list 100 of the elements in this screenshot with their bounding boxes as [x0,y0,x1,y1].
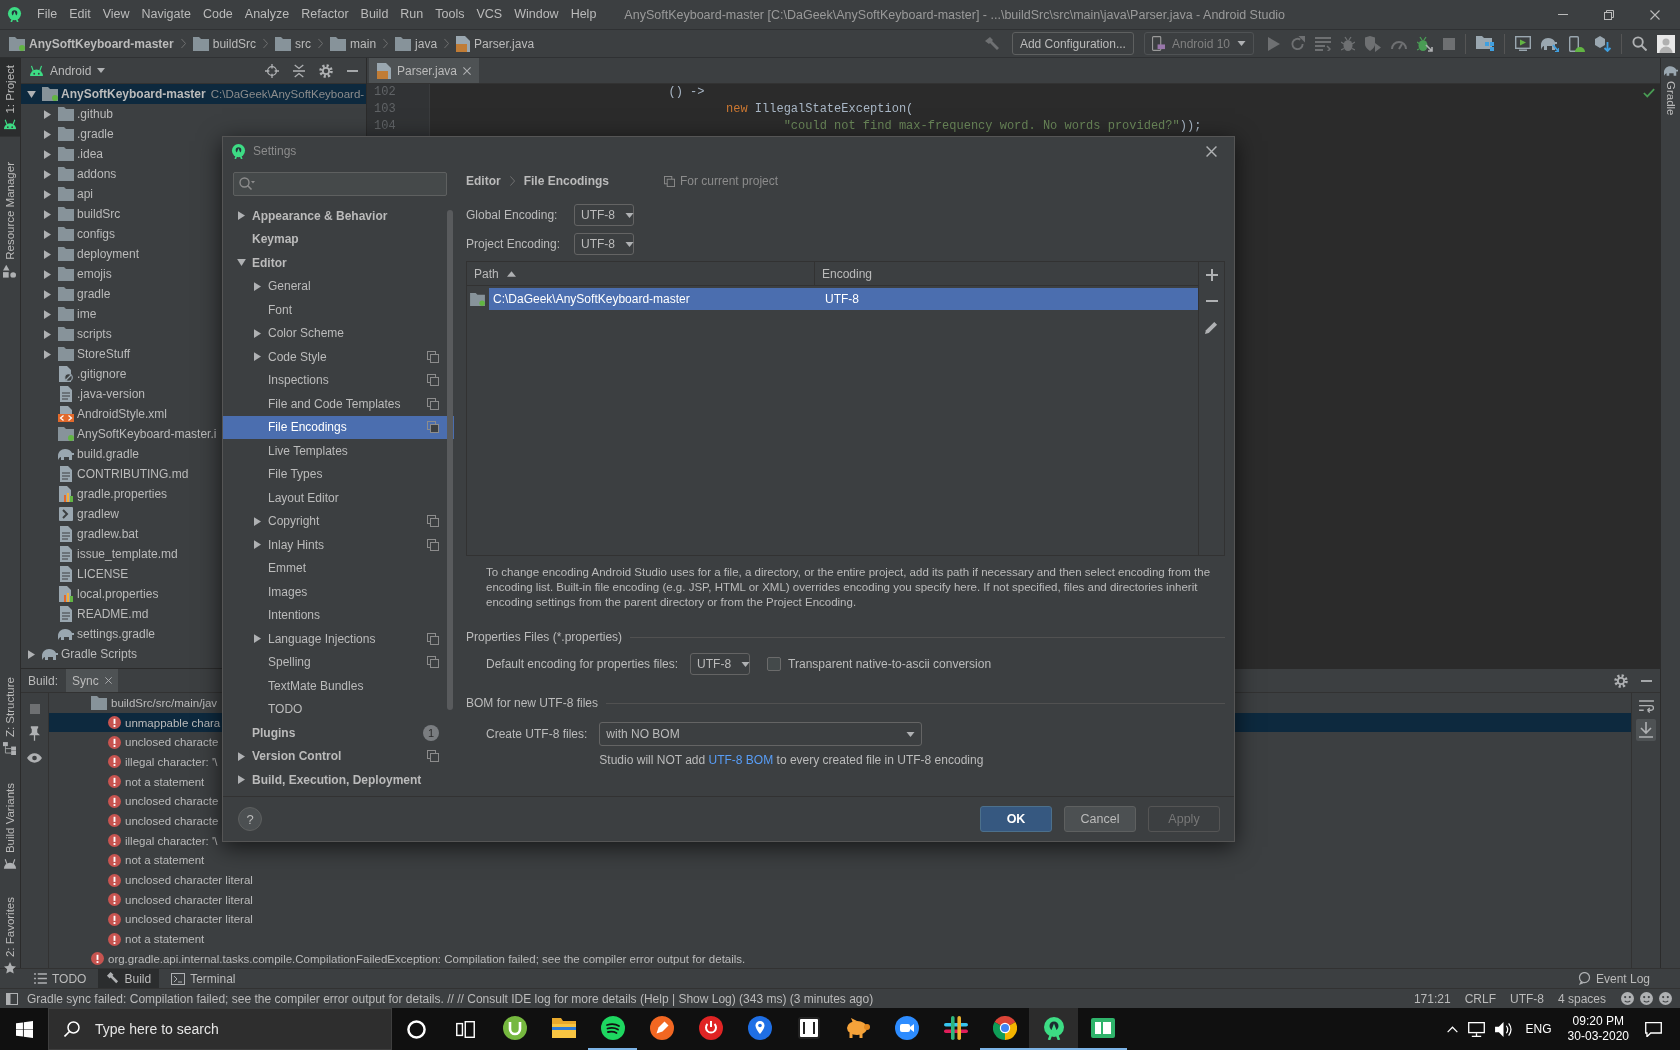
minimize-icon[interactable] [347,69,358,72]
arrow-right-icon[interactable] [253,540,261,550]
tree-item[interactable]: .gradle [21,124,118,144]
status-item[interactable]: 171:21 [1413,991,1451,1006]
tree-item[interactable]: .java-version [21,384,150,404]
settings-tree-item[interactable]: General [223,274,454,298]
tree-item[interactable]: ime [21,304,101,324]
settings-icon[interactable] [319,63,333,78]
settings-tree-item[interactable]: TextMate Bundles [223,674,454,698]
settings-tree-item[interactable]: Code Style [223,345,454,369]
search-field[interactable] [233,172,447,196]
checkbox[interactable] [767,657,782,671]
user-icon[interactable] [1657,34,1675,53]
arrow-right-icon[interactable] [43,149,51,159]
arrow-right-icon[interactable] [43,329,51,339]
arrow-right-icon[interactable] [253,634,261,644]
build-message[interactable]: unclosed characte [49,811,223,831]
build-message[interactable]: buildSrc/src/main/jav [49,693,222,713]
dialog-button[interactable]: OK [980,806,1052,832]
clock-date[interactable]: 30-03-2020 [1567,1029,1629,1044]
tree-item[interactable]: issue_template.md [21,544,182,564]
menu-item[interactable]: Help [564,0,603,29]
settings-icon[interactable] [1614,673,1628,688]
status-item[interactable]: 4 spaces [1557,991,1606,1006]
breadcrumb-item[interactable]: Parser.java [456,35,535,52]
close-icon[interactable] [463,66,472,75]
arrow-right-icon[interactable] [43,289,51,299]
tree-item[interactable]: build.gradle [21,444,144,464]
arrow-right-icon[interactable] [237,751,245,761]
soft-wrap-icon[interactable] [1638,700,1654,713]
settings-tree-item[interactable]: Version Control [223,744,454,768]
menu-item[interactable]: Edit [63,0,97,29]
tree-item[interactable]: local.properties [21,584,163,604]
menu-item[interactable]: Build [354,0,395,29]
menu-item[interactable]: Code [196,0,239,29]
breadcrumb-item[interactable]: src [275,36,312,51]
build-message[interactable]: illegal character: '\ [49,830,222,851]
tree-item[interactable]: gradlew [21,504,124,524]
settings-tree-item[interactable]: Language Injections [223,627,454,651]
tree-item[interactable]: api [21,184,97,204]
taskbar-button[interactable] [1029,1008,1078,1050]
tree-item[interactable]: StoreStuff [21,344,135,364]
encoding-dropdown[interactable]: UTF-8 [574,233,634,255]
arrow-right-icon[interactable] [237,211,245,221]
tool-window-button[interactable]: Build [98,969,160,988]
box-arrow-icon[interactable] [1595,35,1611,52]
close-icon[interactable] [104,677,112,684]
arrow-right-icon[interactable] [253,352,261,362]
tree-item[interactable]: README.md [21,604,153,624]
tree-item[interactable]: addons [21,164,121,184]
arrow-right-icon[interactable] [43,129,51,139]
settings-tree-item[interactable]: Live Templates [223,439,454,463]
task-view-icon[interactable] [456,1020,475,1038]
collapse-all-icon[interactable] [293,63,305,78]
pin-icon[interactable] [29,726,40,741]
editor-tab[interactable]: Parser.java [369,58,480,83]
menu-item[interactable]: VCS [470,0,509,29]
tree-item[interactable]: CONTRIBUTING.md [21,464,193,484]
tree-item[interactable]: .github [21,104,118,124]
monitor-play-icon[interactable] [1515,36,1531,51]
settings-tree-item[interactable]: Font [223,298,454,322]
tree-item[interactable]: settings.gradle [21,624,160,644]
build-message[interactable]: unclosed character literal [49,909,257,930]
settings-tree-item[interactable]: File and Code Templates [223,392,454,416]
tree-item[interactable]: LICENSE [21,564,133,584]
chevron-up-icon[interactable] [1446,1025,1458,1033]
arrow-right-icon[interactable] [43,309,51,319]
face-icon[interactable] [1659,992,1672,1005]
arrow-right-icon[interactable] [43,109,51,119]
build-message[interactable]: unclosed characte [49,791,223,812]
tree-item[interactable]: deployment [21,244,144,264]
arrow-right-icon[interactable] [43,249,51,259]
encoding-dropdown[interactable]: UTF-8 [574,204,634,226]
arrow-right-icon[interactable] [237,775,245,785]
run-configuration-button[interactable]: Add Configuration... [1011,32,1134,55]
settings-tree-item[interactable]: Inspections [223,368,454,392]
circle-icon[interactable] [407,1019,426,1039]
build-message[interactable]: not a statement [49,771,209,792]
settings-tree-item[interactable]: Intentions [223,603,454,627]
arrow-right-icon[interactable] [27,649,35,659]
breadcrumb-item[interactable]: main [330,36,377,51]
tree-item[interactable]: Gradle Scripts [21,644,142,664]
tree-item[interactable]: AnySoftKeyboard-master C:\DaGeek\AnySoftKeyboard- [21,84,366,104]
panel-toggle-icon[interactable] [6,992,18,1005]
build-message[interactable]: illegal character: '\ [49,752,222,772]
settings-tree-item[interactable]: Copyright [223,509,454,533]
face-icon[interactable] [1640,992,1653,1005]
tool-window-tab[interactable]: 1: Project [0,58,20,137]
settings-tree-item[interactable]: Spelling [223,650,454,674]
tree-item[interactable]: gradle [21,284,115,304]
breadcrumb-item[interactable]: buildSrc [192,36,257,51]
elephant-sync-icon[interactable] [1541,35,1559,52]
tree-item[interactable]: gradle.properties [21,484,172,504]
tree-item[interactable]: AnySoftKeyboard-master.i [21,424,221,444]
event-log-button[interactable]: Event Log [1577,971,1650,986]
add-icon[interactable] [1205,269,1218,281]
build-message[interactable]: unclosed character literal [49,870,257,890]
build-message[interactable]: unclosed character literal [49,889,257,910]
menu-item[interactable]: Navigate [135,0,197,29]
panel-tab[interactable]: Sync [66,669,118,692]
